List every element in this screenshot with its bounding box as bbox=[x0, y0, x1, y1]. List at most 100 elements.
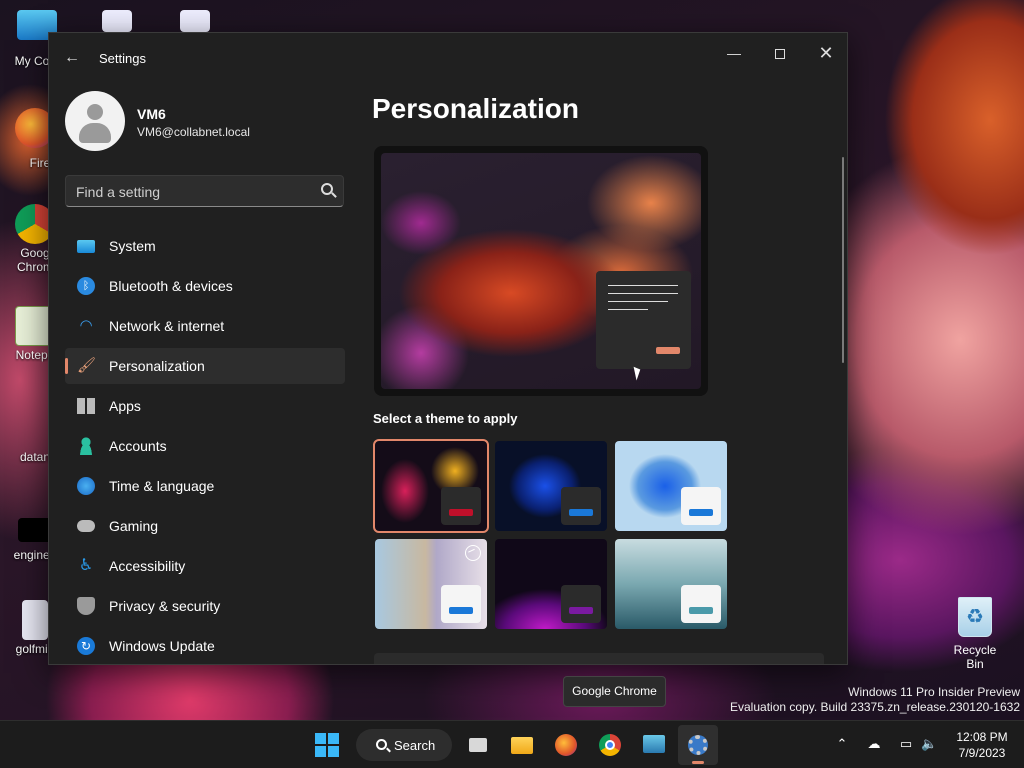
close-button[interactable]: ✕ bbox=[803, 37, 847, 69]
sidebar-item-system[interactable]: System bbox=[65, 228, 345, 264]
user-profile[interactable]: VM6 VM6@collabnet.local bbox=[65, 91, 365, 151]
maximize-button[interactable] bbox=[757, 37, 803, 69]
profile-name: VM6 bbox=[137, 106, 166, 122]
search-icon bbox=[376, 739, 387, 750]
wifi-icon: ◠ bbox=[79, 317, 93, 334]
sidebar-item-windows-update[interactable]: ↻ Windows Update bbox=[65, 628, 345, 664]
firefox-button[interactable] bbox=[546, 725, 586, 765]
volume-icon[interactable]: 🔈 bbox=[921, 736, 937, 752]
taskbar-search-label: Search bbox=[394, 738, 436, 753]
sidebar-item-gaming[interactable]: Gaming bbox=[65, 508, 345, 544]
windows-watermark: Windows 11 Pro Insider Preview Evaluatio… bbox=[730, 685, 1020, 715]
document-icon bbox=[22, 600, 48, 640]
theme-swatch bbox=[681, 487, 721, 525]
theme-accent-bar bbox=[689, 607, 713, 614]
sidebar-item-network[interactable]: ◠ Network & internet bbox=[65, 308, 345, 344]
network-icon[interactable]: ▭ bbox=[898, 736, 914, 752]
notepad-app-icon bbox=[643, 735, 665, 753]
sidebar-item-time-language[interactable]: Time & language bbox=[65, 468, 345, 504]
theme-swatch bbox=[561, 487, 601, 525]
watermark-line-1: Windows 11 Pro Insider Preview bbox=[848, 685, 1020, 699]
desktop-icon-recycle-bin[interactable]: ♻ Recycle Bin bbox=[945, 597, 1005, 671]
apps-icon bbox=[77, 398, 95, 414]
settings-search[interactable] bbox=[65, 175, 344, 207]
minimize-icon: — bbox=[727, 45, 741, 61]
close-icon: ✕ bbox=[818, 43, 834, 63]
theme-swatch bbox=[441, 585, 481, 623]
avatar-head bbox=[87, 104, 103, 120]
profile-email: VM6@collabnet.local bbox=[137, 125, 250, 139]
sidebar-item-privacy-security[interactable]: Privacy & security bbox=[65, 588, 345, 624]
sidebar-item-personalization[interactable]: 🖌 Personalization bbox=[65, 348, 345, 384]
sidebar-item-label: Personalization bbox=[109, 358, 205, 374]
theme-swatch bbox=[681, 585, 721, 623]
settings-button[interactable] bbox=[678, 725, 718, 765]
scrollbar[interactable] bbox=[842, 157, 844, 363]
desktop-icon-doc-2[interactable] bbox=[160, 10, 230, 34]
sidebar-item-accounts[interactable]: Accounts bbox=[65, 428, 345, 464]
back-button[interactable]: ← bbox=[61, 47, 83, 69]
start-icon-gap bbox=[315, 744, 339, 746]
search-icon[interactable] bbox=[321, 183, 333, 195]
avatar bbox=[65, 91, 125, 151]
taskbar-clock[interactable]: 12:08 PM 7/9/2023 bbox=[952, 729, 1012, 761]
theme-tile-4[interactable] bbox=[375, 539, 487, 629]
sidebar-item-accessibility[interactable]: ♿ Accessibility bbox=[65, 548, 345, 584]
notepad-app-button[interactable] bbox=[634, 725, 674, 765]
theme-tile-2[interactable] bbox=[495, 441, 607, 531]
start-button[interactable] bbox=[307, 725, 347, 765]
page-title: Personalization bbox=[372, 93, 579, 124]
file-explorer-icon bbox=[511, 737, 533, 754]
next-setting-card[interactable] bbox=[374, 653, 824, 664]
brush-icon: 🖌 bbox=[77, 357, 97, 374]
theme-swatch bbox=[441, 487, 481, 525]
taskbar-search[interactable]: Search bbox=[356, 729, 452, 761]
search-input[interactable] bbox=[76, 182, 306, 202]
sidebar-item-apps[interactable]: Apps bbox=[65, 388, 345, 424]
theme-preview bbox=[374, 146, 708, 396]
sidebar-item-label: Bluetooth & devices bbox=[109, 278, 233, 294]
black-file-icon bbox=[18, 518, 52, 542]
accessibility-icon: ♿ bbox=[78, 557, 94, 574]
sidebar-item-bluetooth[interactable]: ᛒ Bluetooth & devices bbox=[65, 268, 345, 304]
person-icon bbox=[77, 437, 95, 455]
onedrive-offline-icon[interactable]: ☁ bbox=[866, 736, 882, 752]
task-view-button[interactable] bbox=[458, 725, 498, 765]
shield-icon bbox=[77, 597, 95, 615]
settings-window: ← Settings — ✕ VM6 VM6@collabnet.local S… bbox=[48, 32, 848, 665]
minimize-button[interactable]: — bbox=[711, 37, 757, 69]
theme-tile-6[interactable] bbox=[615, 539, 727, 629]
preview-accent-button bbox=[656, 347, 680, 354]
theme-accent-bar bbox=[569, 607, 593, 614]
avatar-body bbox=[79, 123, 111, 143]
theme-tile-3[interactable] bbox=[615, 441, 727, 531]
desktop-icon-doc-1[interactable] bbox=[82, 10, 152, 34]
theme-tile-1[interactable] bbox=[373, 439, 489, 533]
sidebar-nav: System ᛒ Bluetooth & devices ◠ Network &… bbox=[65, 228, 345, 664]
globe-clock-icon bbox=[77, 477, 95, 495]
theme-accent-bar bbox=[449, 607, 473, 614]
bluetooth-icon: ᛒ bbox=[77, 277, 95, 295]
sidebar-item-label: Privacy & security bbox=[109, 598, 221, 614]
back-arrow-icon: ← bbox=[64, 49, 80, 66]
preview-line bbox=[608, 285, 678, 286]
watermark-line-2: Evaluation copy. Build 23375.zn_release.… bbox=[730, 700, 1020, 714]
theme-rotate-badge-icon bbox=[465, 545, 481, 561]
taskbar: Search ⌃ ☁ ▭ 🔈 12:08 PM 7/9/2023 bbox=[0, 720, 1024, 768]
recycle-bin-label: Recycle Bin bbox=[953, 643, 997, 671]
window-title: Settings bbox=[99, 51, 146, 66]
monitor-icon bbox=[77, 239, 95, 253]
theme-tile-5[interactable] bbox=[495, 539, 607, 629]
chevron-up-icon[interactable]: ⌃ bbox=[834, 736, 850, 752]
title-bar[interactable]: ← Settings — ✕ bbox=[49, 33, 847, 83]
theme-accent-bar bbox=[449, 509, 473, 516]
sidebar-item-label: Network & internet bbox=[109, 318, 225, 334]
clock-date: 7/9/2023 bbox=[958, 746, 1006, 760]
theme-section-heading: Select a theme to apply bbox=[373, 411, 518, 426]
preview-line bbox=[608, 293, 678, 294]
maximize-icon bbox=[775, 49, 785, 60]
file-explorer-button[interactable] bbox=[502, 725, 542, 765]
update-icon: ↻ bbox=[77, 637, 95, 655]
recycle-bin-icon: ♻ bbox=[958, 597, 992, 637]
chrome-button[interactable] bbox=[590, 725, 630, 765]
